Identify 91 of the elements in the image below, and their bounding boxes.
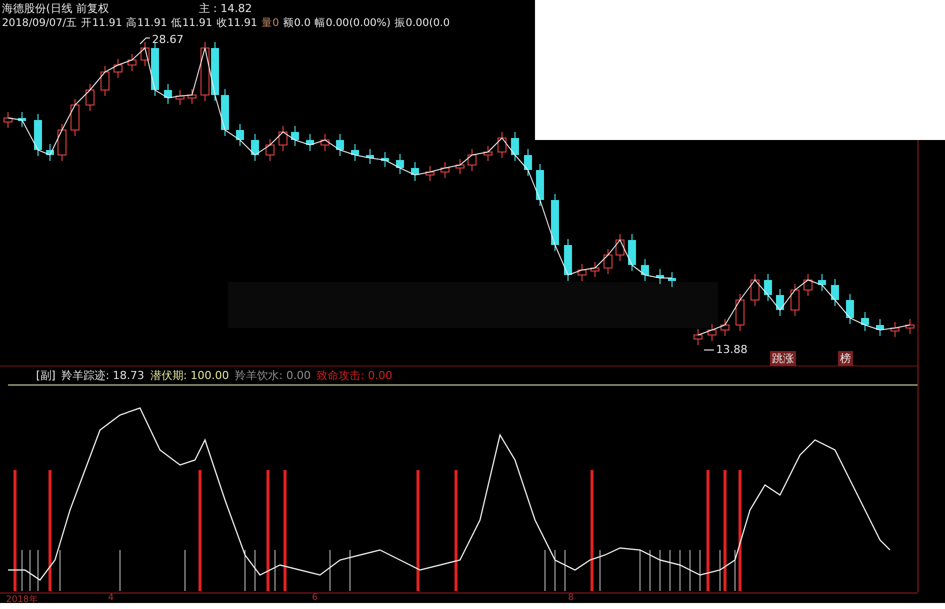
- candlestick: [251, 134, 259, 162]
- quote-value: 振0.00(0.0: [394, 16, 450, 30]
- candlestick: [846, 294, 854, 324]
- candlestick: [750, 274, 760, 306]
- quote-value: 量0: [261, 16, 279, 30]
- candlestick: [100, 66, 110, 96]
- candlestick: [590, 262, 600, 278]
- indicator-value: 致命攻击: 0.00: [316, 368, 392, 383]
- date-axis-label: 8: [568, 593, 574, 603]
- candlestick: [34, 114, 42, 156]
- candlestick: [564, 238, 572, 282]
- candlestick: [668, 272, 676, 288]
- candlestick: [511, 132, 519, 162]
- candlestick: [411, 162, 419, 182]
- candlestick: [396, 154, 404, 174]
- candlestick: [890, 322, 900, 338]
- candlestick: [764, 274, 772, 302]
- candlestick: [708, 324, 716, 342]
- panel-label: [副]: [36, 368, 56, 383]
- candlestick: [578, 264, 586, 282]
- candlestick: [306, 134, 314, 152]
- candlestick: [86, 84, 94, 112]
- indicator-reading: 主 : 14.82: [198, 2, 252, 16]
- candlestick: [440, 162, 450, 178]
- candlestick: [381, 152, 389, 168]
- quote-value: 2018/09/07/五: [2, 16, 78, 30]
- candlestick: [320, 134, 330, 152]
- quote-value: 低11.91: [171, 16, 212, 30]
- indicator-value: 羚羊踪迹: 18.73: [62, 368, 144, 383]
- candlestick: [336, 134, 344, 156]
- quote-value: 幅0.00(0.00%): [314, 16, 391, 30]
- indicator-value: 羚羊饮水: 0.00: [235, 368, 311, 383]
- candlestick: [46, 144, 54, 162]
- candlestick: [236, 124, 244, 146]
- candlestick: [656, 268, 664, 284]
- candlestick: [266, 138, 274, 162]
- candlestick: [551, 194, 559, 252]
- quote-value: 收11.91: [216, 16, 258, 30]
- candlestick: [164, 84, 172, 104]
- candlestick: [694, 328, 702, 346]
- candlestick: [720, 318, 730, 336]
- candlestick: [151, 42, 159, 96]
- candlestick: [776, 288, 784, 316]
- candlestick: [536, 164, 544, 206]
- indicator-value: 潜伏期: 100.00: [150, 368, 229, 383]
- chart-title: 海德股份(日线 前复权: [2, 2, 109, 16]
- candlestick: [426, 166, 434, 182]
- candlestick: [616, 234, 624, 262]
- candlestick: [498, 132, 506, 158]
- candlestick: [221, 88, 229, 136]
- candlestick: [351, 144, 359, 162]
- candlestick: [4, 112, 12, 128]
- pointer-line: [140, 38, 150, 44]
- candlestick: [906, 318, 914, 334]
- date-axis-label: 4: [108, 593, 114, 603]
- candlestick: [468, 148, 476, 172]
- candlestick: [876, 318, 884, 336]
- candlestick: [188, 88, 196, 104]
- high-price-label: 28.67: [152, 33, 184, 46]
- candlestick: [790, 284, 800, 316]
- candlestick: [641, 258, 649, 282]
- candlestick: [211, 42, 219, 102]
- candlestick: [18, 112, 26, 128]
- candlestick: [831, 278, 839, 306]
- candlestick: [804, 274, 812, 296]
- candlestick: [456, 158, 464, 174]
- signal-tag: 跳涨: [770, 351, 796, 366]
- candlestick: [291, 126, 299, 146]
- candlestick: [818, 274, 826, 292]
- candlestick: [861, 312, 869, 332]
- date-axis-label: 2018年: [6, 594, 38, 606]
- candlestick: [366, 148, 374, 164]
- candlestick: [628, 234, 636, 272]
- signal-tag: 榜: [838, 351, 853, 366]
- candlestick: [176, 90, 184, 106]
- quote-value: 额0.0: [283, 16, 311, 30]
- quote-value: 高11.91: [126, 16, 168, 30]
- candlestick: [70, 98, 80, 136]
- low-price-label: 13.88: [716, 343, 748, 356]
- date-axis-label: 6: [312, 593, 318, 603]
- candlestick: [524, 148, 532, 176]
- candlestick: [484, 146, 492, 162]
- candlestick: [278, 126, 288, 152]
- candlestick: [58, 124, 66, 162]
- quote-value: 开11.91: [81, 16, 122, 30]
- candlestick: [200, 42, 210, 102]
- candlestick: [128, 54, 136, 72]
- candlestick: [736, 294, 744, 332]
- candlestick: [114, 58, 122, 78]
- candlestick: [140, 42, 150, 66]
- candlestick: [604, 248, 612, 274]
